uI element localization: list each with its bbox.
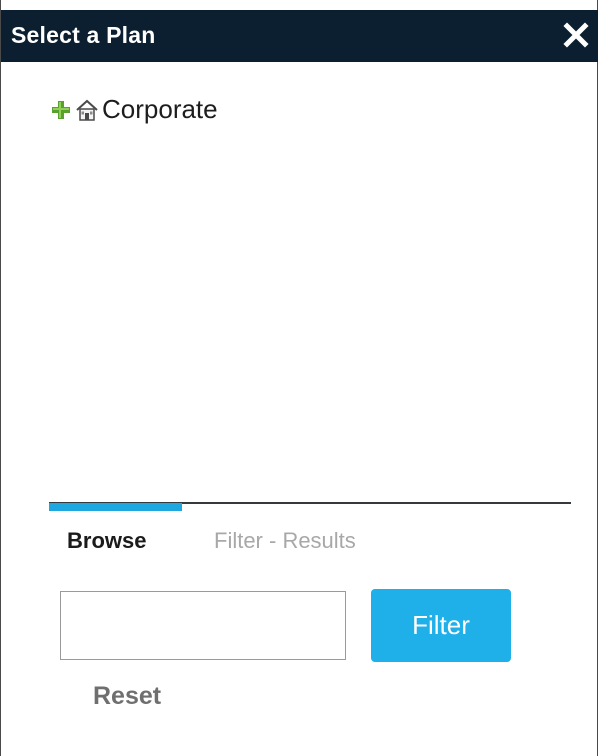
tree-item-corporate[interactable]: Corporate — [102, 94, 218, 125]
dialog-title: Select a Plan — [11, 22, 156, 48]
close-icon[interactable] — [559, 18, 593, 52]
reset-button[interactable]: Reset — [93, 682, 161, 711]
tab-browse[interactable]: Browse — [67, 528, 146, 554]
plus-icon[interactable] — [51, 100, 71, 120]
dialog-titlebar: Select a Plan — [1, 10, 598, 62]
filter-input[interactable] — [60, 591, 346, 660]
active-tab-indicator — [49, 503, 182, 511]
filter-button[interactable]: Filter — [371, 589, 511, 662]
home-icon — [75, 99, 99, 121]
tab-filter-results[interactable]: Filter - Results — [214, 528, 356, 554]
select-plan-dialog: Select a Plan Corporate Browse Filter - … — [0, 0, 598, 756]
plan-tree: Corporate — [51, 94, 218, 125]
